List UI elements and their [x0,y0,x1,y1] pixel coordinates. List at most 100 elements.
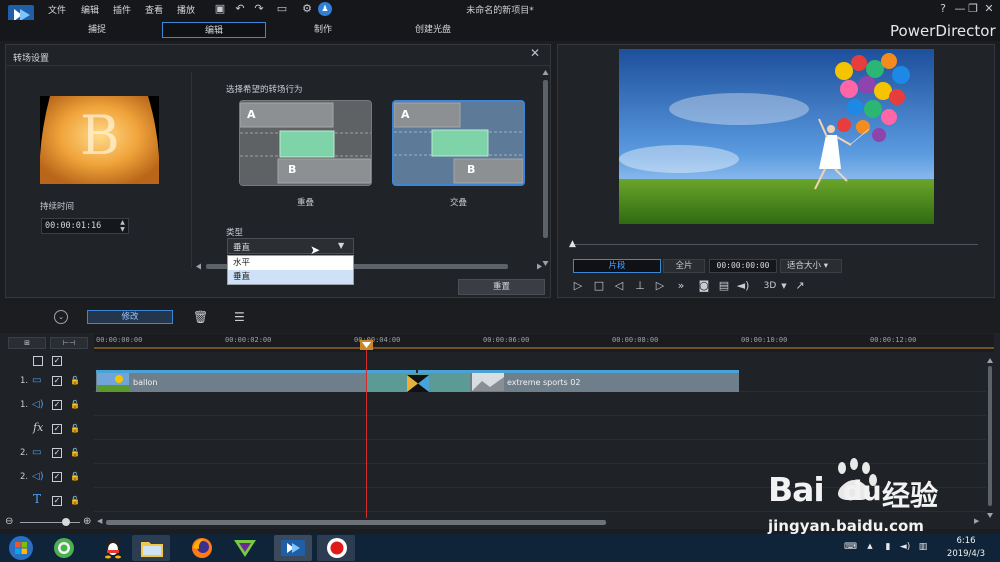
preview-timecode[interactable]: 00:00:00:00 [709,259,777,273]
prev-frame-icon[interactable]: ◁ [612,279,626,293]
next-frame-icon[interactable]: ▷ [653,279,667,293]
track-enable-checkbox[interactable]: ✓ [52,472,62,482]
collapse-icon[interactable]: ⌄ [54,310,68,324]
timeline-vertical-scrollbar[interactable] [986,358,994,518]
track-enable-checkbox[interactable]: ✓ [52,424,62,434]
close-icon[interactable]: ✕ [528,46,542,60]
settings-gear-icon[interactable]: ⚙ [300,2,314,16]
lock-icon[interactable]: 🔓 [70,424,80,434]
scrub-bar[interactable] [572,244,978,245]
scroll-left-icon[interactable]: ◀ [97,517,102,525]
duration-label: 持续时间 [40,202,75,212]
lock-icon[interactable]: 🔓 [70,400,80,410]
transition-option-cross[interactable] [392,100,525,186]
tab-produce[interactable]: 制作 [290,22,356,38]
all-tracks-visible-checkbox[interactable] [33,356,43,366]
transition-icon[interactable] [407,375,429,392]
volume-tray-icon[interactable]: ◄) [899,542,911,554]
track-number: 2. [20,448,29,458]
delete-icon[interactable]: 🗑 [193,310,208,324]
lock-icon[interactable]: 🔓 [70,472,80,482]
volume-icon[interactable]: ◄) [736,279,750,293]
fit-timeline-icon[interactable]: ⊢⊣ [50,337,88,349]
menu-view[interactable]: 查看 [145,3,163,16]
type-select-value[interactable]: 垂直 [233,241,250,253]
scroll-right-icon[interactable]: ▶ [974,517,979,525]
chevron-down-icon[interactable]: ▼ [338,241,344,250]
help-button[interactable]: ? [936,2,950,16]
modify-button[interactable]: 修改 [87,310,173,324]
tab-capture[interactable]: 捕捉 [60,22,134,38]
lock-icon[interactable]: 🔓 [70,448,80,458]
lock-icon[interactable]: 🔓 [70,496,80,506]
duration-stepper[interactable]: ▲ ▼ [117,219,128,233]
zoom-slider-knob[interactable] [62,518,70,526]
firefox-icon[interactable] [190,536,214,560]
aspect-ratio-icon[interactable]: ▭ [272,2,292,16]
ruler-tick: 00:00:00:00 [96,336,143,344]
split-icon[interactable]: ⊥ [633,279,647,293]
qq-icon[interactable] [101,536,125,560]
track-enable-checkbox[interactable]: ✓ [52,376,62,386]
clock-date[interactable]: 2019/4/3 [940,549,992,559]
menu-plugins[interactable]: 插件 [113,3,131,16]
ruler-tick: 00:00:12:00 [870,336,917,344]
tab-create-disc[interactable]: 创建光盘 [398,22,468,38]
video-editor-icon[interactable] [232,537,258,559]
snapshot-icon[interactable]: ◙ [697,279,711,293]
stop-icon[interactable]: □ [592,279,606,293]
choose-behavior-label: 选择希望的转场行为 [226,85,303,95]
overlap-option-label: 重叠 [296,198,314,208]
undock-icon[interactable]: ↗ [793,279,807,293]
network-tray-icon[interactable]: ▥ [917,542,929,554]
transition-option-overlap[interactable] [239,100,372,186]
lock-icon[interactable]: 🔓 [70,376,80,386]
tab-edit[interactable]: 编辑 [162,22,266,38]
track-enable-checkbox[interactable]: ✓ [52,448,62,458]
type-option-horizontal[interactable]: 水平 [228,256,353,270]
clip-a-label: ballon [133,378,158,387]
browser-360-icon[interactable] [52,537,76,559]
battery-tray-icon[interactable]: ▮ [882,542,894,554]
subtitle-icon[interactable]: ▤ [717,279,731,293]
cross-option-label: 交叠 [449,198,467,208]
type-option-vertical[interactable]: 垂直 [228,270,353,284]
playhead-handle[interactable] [360,340,373,350]
clip-mode-button[interactable]: 片段 [573,259,661,273]
play-icon[interactable]: ▷ [571,279,585,293]
track-view-icon[interactable]: ⊞ [8,337,46,349]
menu-edit[interactable]: 编辑 [81,3,99,16]
mouse-cursor-icon: ➤ [310,243,321,257]
keyboard-tray-icon[interactable]: ⌨ [844,542,857,554]
redo-icon[interactable]: ↷ [252,2,266,16]
close-button[interactable]: ✕ [982,2,996,16]
windows-start-icon[interactable] [6,535,36,561]
zoom-out-icon[interactable]: ⊖ [5,516,13,527]
track-enable-checkbox[interactable]: ✓ [52,496,62,506]
account-icon[interactable]: ♟ [318,2,332,16]
zoom-in-icon[interactable]: ⊕ [83,516,91,527]
tray-expand-icon[interactable]: ▲ [864,542,876,554]
zoom-slider[interactable] [20,522,80,523]
save-icon[interactable]: ▣ [213,2,227,16]
restore-button[interactable]: ❐ [966,2,980,16]
timeline-horizontal-scrollbar[interactable] [106,520,606,525]
fit-size-select[interactable]: 适合大小 ▾ [780,259,842,273]
menu-play[interactable]: 播放 [177,3,195,16]
chevron-down-icon[interactable]: ▼ [777,279,791,293]
minimize-button[interactable]: — [953,2,967,16]
reset-button[interactable]: 重置 [458,279,545,295]
undo-icon[interactable]: ↶ [233,2,247,16]
movie-mode-button[interactable]: 全片 [663,259,705,273]
scrub-head-icon[interactable]: ▲ [569,239,576,249]
all-tracks-enable-checkbox[interactable]: ✓ [52,356,62,366]
watermark-url: jingyan.baidu.com [768,517,924,535]
clock-time[interactable]: 6:16 [946,536,986,546]
menu-file[interactable]: 文件 [48,3,66,16]
list-icon[interactable]: ☰ [234,310,245,324]
panel-vertical-scrollbar[interactable] [541,70,550,266]
duration-value[interactable]: 00:00:01:16 [45,221,101,231]
track-enable-checkbox[interactable]: ✓ [52,400,62,410]
ruler-tick: 00:00:06:00 [483,336,530,344]
fast-forward-icon[interactable]: » [674,279,688,293]
